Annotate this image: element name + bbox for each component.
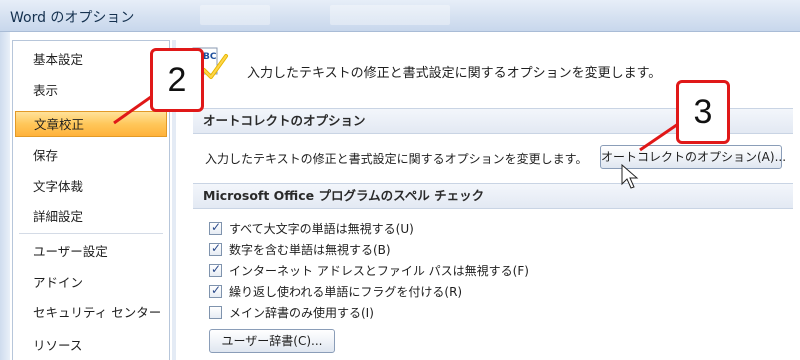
proofing-header-text: 入力したテキストの修正と書式設定に関するオプションを変更します。 xyxy=(247,66,662,81)
check-mark-icon: ✓ xyxy=(211,220,222,234)
sidebar-item-basic[interactable]: 基本設定 xyxy=(15,47,167,73)
checkbox[interactable]: ✓ xyxy=(209,220,222,235)
sidebar-item-proofing[interactable]: 文章校正 xyxy=(15,111,167,137)
check-mark-icon: ✓ xyxy=(211,262,222,276)
window-titlebar: Word のオプション xyxy=(0,0,800,32)
sidebar-item-trust-center[interactable]: セキュリティ センター xyxy=(15,300,167,326)
option-label: すべて大文字の単語は無視する(U) xyxy=(229,222,414,236)
options-sidebar: 基本設定 表示 文章校正 保存 文字体裁 詳細設定 ユーザー設定 アドイン セキ… xyxy=(12,40,170,360)
window-frame-left xyxy=(0,32,10,360)
sidebar-item-save[interactable]: 保存 xyxy=(15,143,167,169)
window-title: Word のオプション xyxy=(10,10,135,26)
sidebar-item-resources[interactable]: リソース xyxy=(15,333,167,359)
autocorrect-options-button[interactable]: オートコレクトのオプション(A)... xyxy=(600,145,786,169)
sidebar-item-display[interactable]: 表示 xyxy=(15,78,167,104)
checkbox[interactable] xyxy=(209,306,222,319)
titlebar-glare xyxy=(200,5,270,25)
sidebar-item-advanced[interactable]: 詳細設定 xyxy=(15,204,167,230)
checkbox[interactable]: ✓ xyxy=(209,283,222,298)
titlebar-glare xyxy=(330,5,450,25)
checkbox[interactable]: ✓ xyxy=(209,262,222,277)
autocorrect-description: 入力したテキストの修正と書式設定に関するオプションを変更します。 xyxy=(205,152,588,166)
option-label: 繰り返し使われる単語にフラグを付ける(R) xyxy=(229,285,463,299)
sidebar-divider xyxy=(19,233,163,234)
sidebar-item-customize[interactable]: ユーザー設定 xyxy=(15,239,167,265)
sidebar-item-addins[interactable]: アドイン xyxy=(15,270,167,296)
spelling-section-heading: Microsoft Office プログラムのスペル チェック xyxy=(193,183,793,209)
checkbox[interactable]: ✓ xyxy=(209,241,222,256)
option-label: インターネット アドレスとファイル パスは無視する(F) xyxy=(229,264,529,278)
check-mark-icon: ✓ xyxy=(211,241,222,255)
step-3-callout: 3 xyxy=(676,80,730,144)
option-label: メイン辞書のみ使用する(I) xyxy=(229,306,374,320)
sidebar-item-typography[interactable]: 文字体裁 xyxy=(15,174,167,200)
check-mark-icon: ✓ xyxy=(211,283,222,297)
custom-dictionaries-button[interactable]: ユーザー辞書(C)... xyxy=(209,329,335,353)
option-label: 数字を含む単語は無視する(B) xyxy=(229,243,391,257)
step-2-callout: 2 xyxy=(150,48,204,112)
